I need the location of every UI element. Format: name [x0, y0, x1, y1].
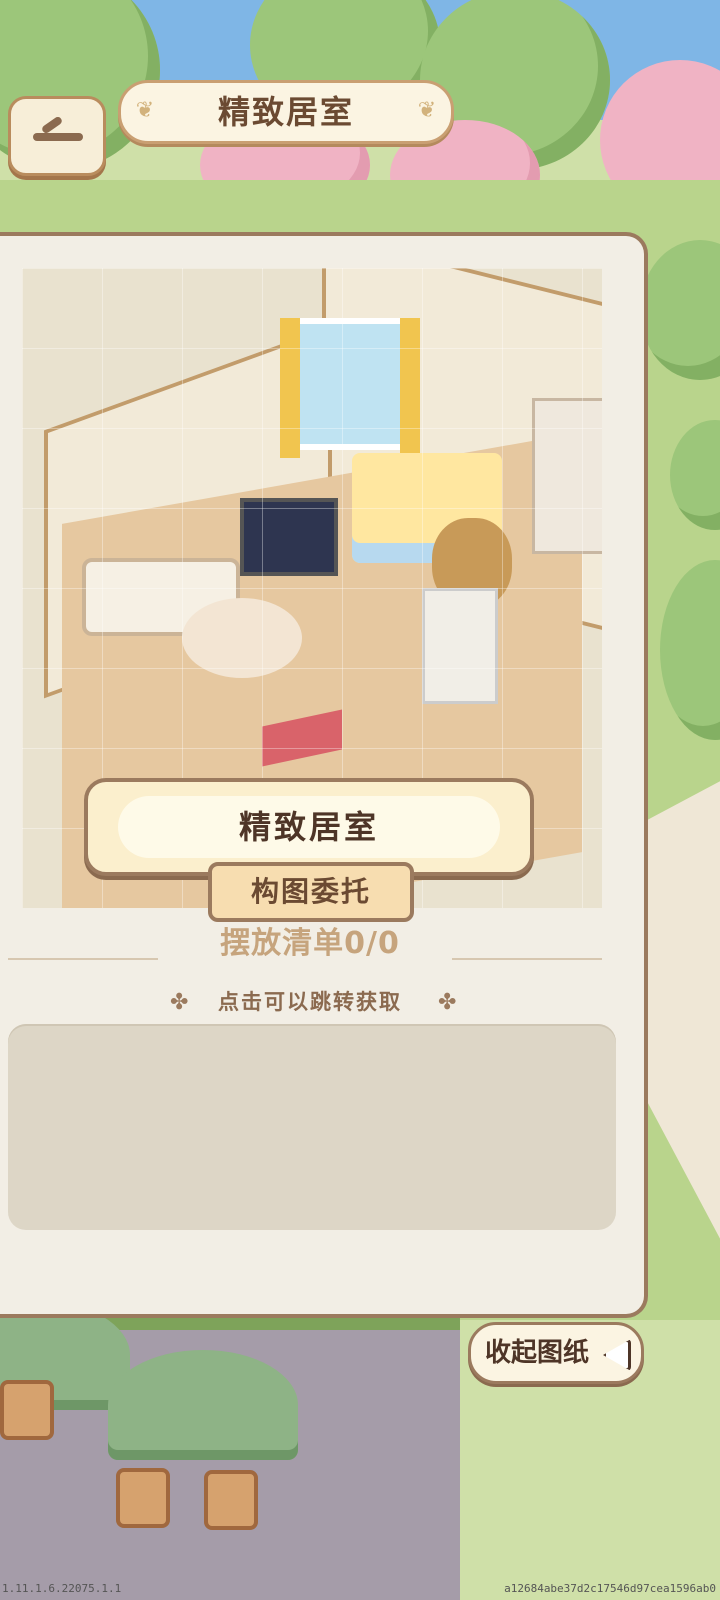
placement-list[interactable]: [8, 1024, 616, 1230]
collapse-label: 收起图纸: [485, 1338, 590, 1368]
placement-list-title: 摆放清单0/0: [220, 926, 400, 961]
back-arrow-icon: [33, 133, 83, 141]
collapse-triangle-icon: [603, 1339, 631, 1371]
page-title: 精致居室: [217, 93, 354, 131]
commission-tag-label: 构图委托: [250, 875, 371, 908]
leaf-ornament-icon: ❦: [135, 98, 155, 123]
page-title-banner: ❦ 精致居室 ❦: [118, 80, 454, 144]
collapse-blueprint-button[interactable]: 收起图纸: [468, 1322, 644, 1384]
version-text: 1.11.1.6.22075.1.1: [2, 1582, 122, 1595]
build-hash: a12684abe37d2c17546d97cea1596ab0: [504, 1582, 716, 1595]
clover-icon: ✤: [438, 990, 457, 1015]
chair: [0, 1380, 54, 1440]
chair: [116, 1468, 170, 1528]
commission-tag: 构图委托: [208, 862, 414, 922]
room-name-inner: 精致居室: [118, 796, 500, 858]
chair: [204, 1470, 258, 1530]
umbrella: [108, 1350, 298, 1460]
back-button[interactable]: [8, 96, 106, 176]
leaf-ornament-icon: ❦: [417, 98, 437, 123]
jump-hint: 点击可以跳转获取: [218, 990, 402, 1014]
room-name: 精致居室: [238, 808, 379, 846]
